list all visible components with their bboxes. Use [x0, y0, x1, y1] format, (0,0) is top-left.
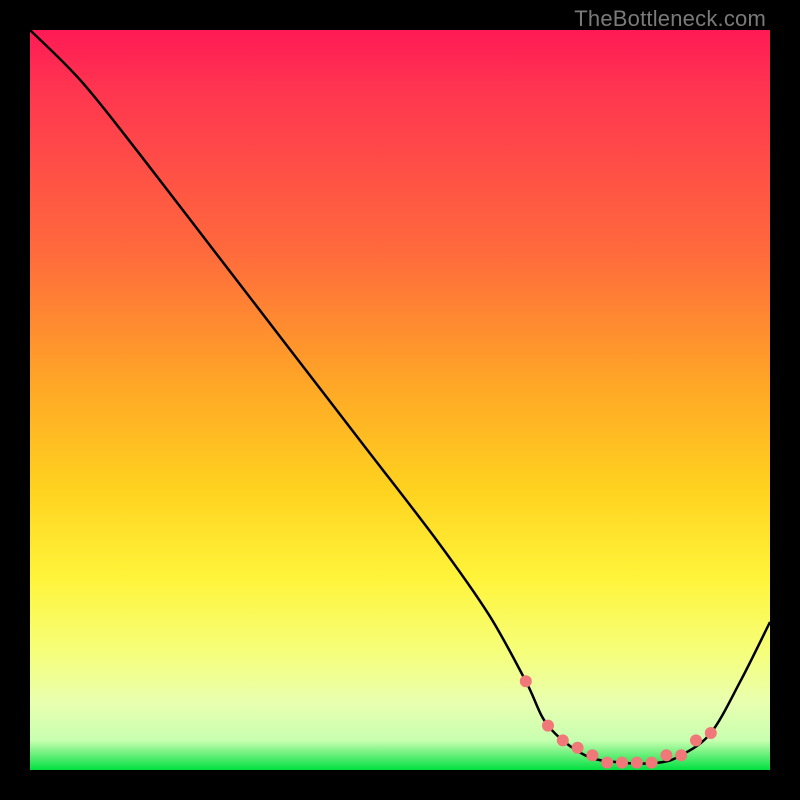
curve-marker [586, 749, 598, 761]
curve-marker [646, 757, 658, 769]
curve-marker [557, 734, 569, 746]
curve-marker [520, 675, 532, 687]
curve-marker [542, 720, 554, 732]
curve-marker [675, 749, 687, 761]
watermark-text: TheBottleneck.com [574, 6, 766, 32]
chart-svg [30, 30, 770, 770]
bottleneck-curve [30, 30, 770, 764]
curve-marker [616, 757, 628, 769]
curve-markers [520, 675, 717, 768]
curve-marker [690, 734, 702, 746]
curve-marker [705, 727, 717, 739]
curve-marker [601, 757, 613, 769]
chart-stage: TheBottleneck.com [0, 0, 800, 800]
curve-marker [572, 742, 584, 754]
plot-area [30, 30, 770, 770]
curve-marker [660, 749, 672, 761]
curve-marker [631, 757, 643, 769]
